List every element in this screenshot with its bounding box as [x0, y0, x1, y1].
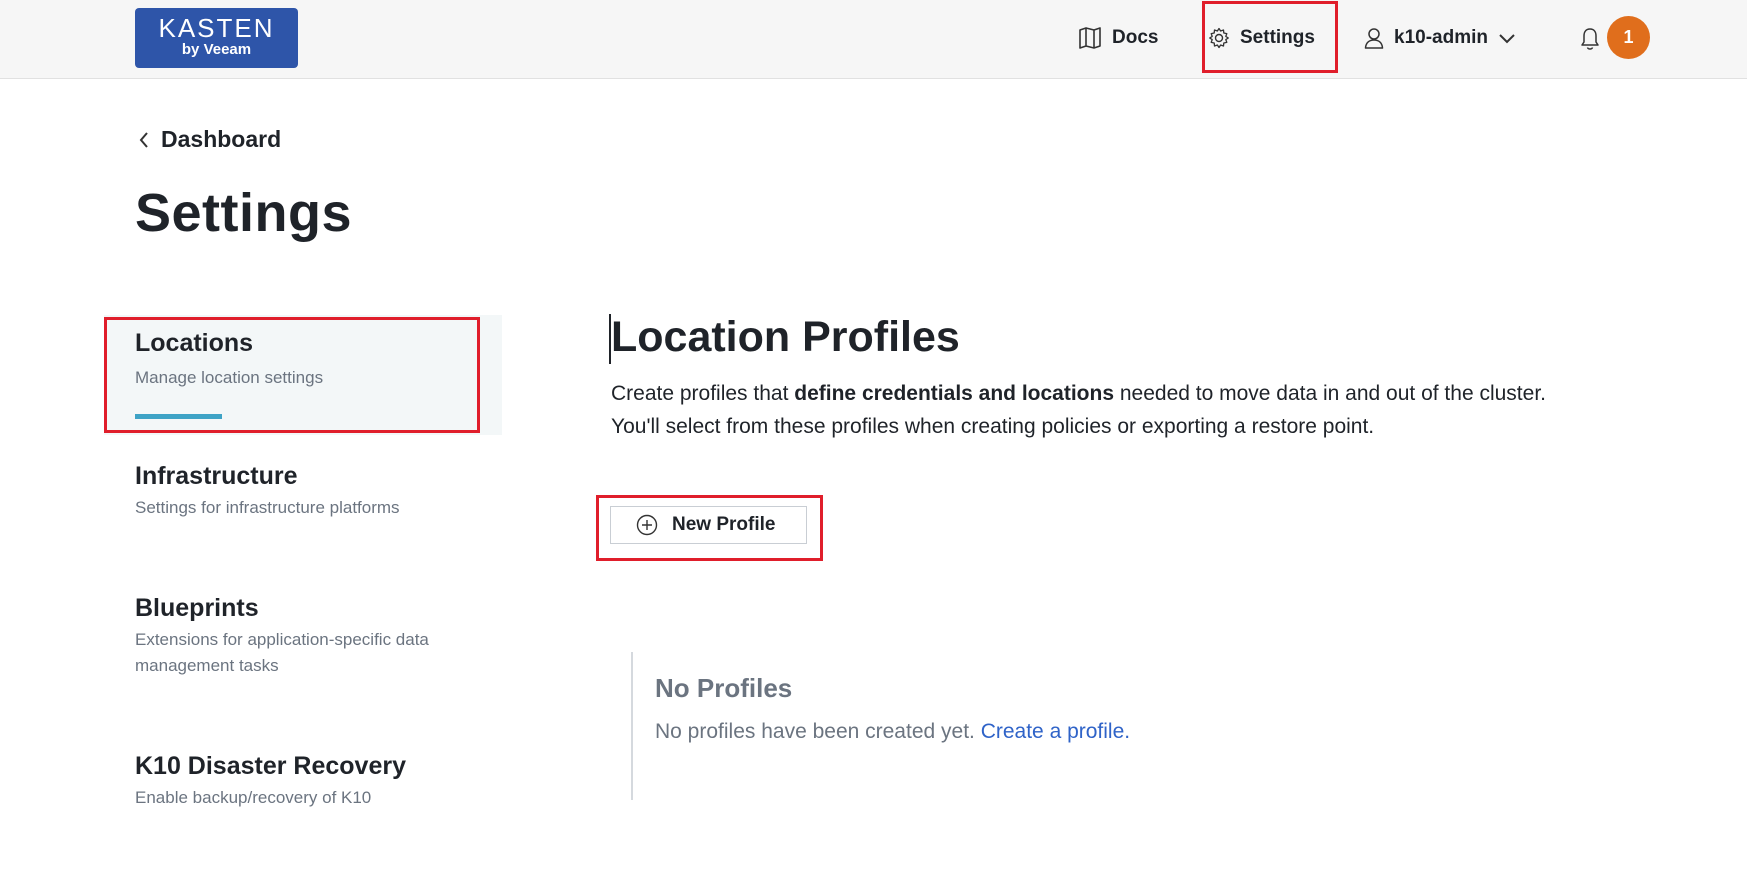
active-indicator [135, 414, 222, 419]
chevron-left-icon [139, 131, 148, 148]
sidebar-item-locations[interactable]: Locations Manage location settings [135, 328, 495, 391]
chevron-down-icon [1499, 34, 1515, 44]
user-label: k10-admin [1394, 27, 1488, 48]
sidebar-item-blueprints[interactable]: Blueprints Extensions for application-sp… [135, 593, 465, 679]
sidebar-item-desc: Enable backup/recovery of K10 [135, 788, 372, 807]
sidebar-item-title: Locations [135, 329, 254, 357]
sidebar-item-desc: Extensions for application-specific data… [135, 630, 429, 675]
logo-text: KASTEN [158, 13, 275, 43]
settings-label: Settings [1240, 27, 1315, 48]
desc-text-bold: define credentials and locations [794, 382, 1115, 405]
settings-link[interactable]: Settings [1208, 22, 1315, 54]
section-title: Location Profiles [611, 313, 960, 361]
docs-link[interactable]: Docs [1078, 22, 1158, 54]
sidebar-item-infrastructure[interactable]: Infrastructure Settings for infrastructu… [135, 461, 495, 521]
user-menu[interactable]: k10-admin [1364, 22, 1516, 54]
sidebar-item-title: Infrastructure [135, 462, 298, 490]
sidebar-item-title: Blueprints [135, 594, 259, 622]
logo-subtext: by Veeam [181, 41, 252, 58]
empty-state-message: No profiles have been created yet. [655, 720, 981, 743]
book-icon [1079, 27, 1101, 49]
desc-text-2: needed to move data in and out of the cl… [1114, 382, 1546, 405]
new-profile-button[interactable]: New Profile [610, 506, 807, 544]
breadcrumb-label: Dashboard [161, 126, 282, 152]
sidebar-item-desc: Manage location settings [135, 368, 324, 387]
kasten-logo[interactable]: KASTEN by Veeam [135, 8, 298, 68]
breadcrumb[interactable]: Dashboard [139, 126, 281, 153]
user-icon [1364, 28, 1384, 49]
create-profile-link[interactable]: Create a profile. [981, 720, 1130, 743]
docs-label: Docs [1112, 27, 1159, 48]
notification-badge[interactable]: 1 [1607, 16, 1650, 59]
empty-state-title: No Profiles [655, 673, 793, 703]
sidebar-item-desc: Settings for infrastructure platforms [135, 498, 400, 517]
top-bar: KASTEN by Veeam Docs Settings k10-admin … [0, 0, 1747, 79]
empty-state: No Profiles No profiles have been create… [631, 652, 1531, 800]
section-description: Create profiles that define credentials … [611, 377, 1711, 443]
gear-icon [1209, 27, 1229, 49]
page-title: Settings [135, 183, 353, 243]
desc-text-3: You'll select from these profiles when c… [611, 415, 1375, 438]
desc-text-1: Create profiles that [611, 382, 795, 405]
sidebar-item-title: K10 Disaster Recovery [135, 752, 406, 780]
bell-icon[interactable] [1580, 27, 1600, 51]
empty-state-text: No profiles have been created yet. Creat… [655, 720, 1130, 744]
new-profile-label: New Profile [672, 514, 776, 535]
plus-circle-icon [636, 514, 658, 536]
sidebar-item-k10-disaster-recovery[interactable]: K10 Disaster Recovery Enable backup/reco… [135, 751, 495, 811]
